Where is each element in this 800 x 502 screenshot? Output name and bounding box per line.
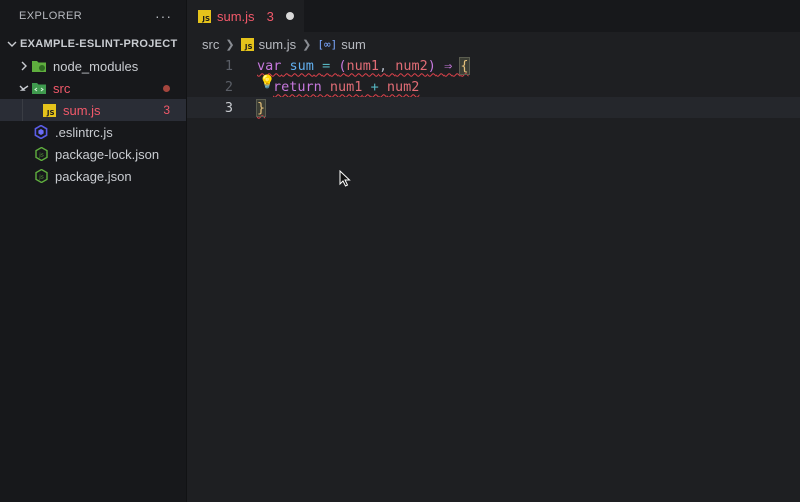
- tree-item-label: node_modules: [53, 58, 139, 74]
- symbol-variable-icon: [∞]: [317, 37, 338, 51]
- tab-problem-count: 3: [266, 8, 274, 24]
- svg-text:js: js: [38, 175, 44, 181]
- chevron-down-icon: [7, 41, 17, 47]
- tree-item-label: package.json: [55, 168, 132, 184]
- breadcrumb: src ❯ JS sum.js ❯ [∞] sum: [202, 34, 366, 54]
- tab-label: sum.js: [217, 8, 255, 24]
- tree-item-eslintrc[interactable]: .eslintrc.js: [0, 121, 186, 143]
- tree-item-label: .eslintrc.js: [55, 124, 113, 140]
- tree-item-label: package-lock.json: [55, 146, 160, 162]
- explorer-sidebar: EXPLORER ··· EXAMPLE-ESLINT-PROJECT node…: [0, 0, 187, 502]
- line-number: 3: [224, 99, 233, 116]
- src-folder-icon: [32, 81, 46, 95]
- tab-sum-js[interactable]: JS sum.js 3: [187, 0, 304, 32]
- explorer-title: EXPLORER: [19, 10, 83, 22]
- tree-item-package-lock[interactable]: js package-lock.json: [0, 143, 186, 165]
- unsaved-dot-icon[interactable]: [285, 12, 294, 20]
- code-text: var sum = (num1, num2) ⇒ {: [257, 56, 470, 75]
- chevron-right-icon: ❯: [302, 38, 312, 51]
- breadcrumb-symbol[interactable]: sum: [341, 37, 366, 52]
- code-line[interactable]: 2 💡 return num1 + num2: [187, 75, 800, 97]
- js-file-icon: JS: [240, 37, 254, 51]
- chevron-right-icon: [21, 61, 27, 71]
- project-name: EXAMPLE-ESLINT-PROJECT: [20, 38, 178, 50]
- node-folder-icon: [32, 59, 46, 73]
- tree-item-src[interactable]: src: [0, 77, 186, 99]
- nodejs-icon: js: [34, 147, 48, 161]
- explorer-header: EXPLORER ···: [0, 0, 186, 32]
- project-folder[interactable]: EXAMPLE-ESLINT-PROJECT: [0, 33, 186, 55]
- js-file-icon: JS: [198, 9, 211, 23]
- more-actions-icon[interactable]: ···: [155, 8, 172, 24]
- js-file-icon: JS: [42, 103, 56, 117]
- breadcrumb-folder[interactable]: src: [202, 37, 219, 52]
- modified-dot-badge: [163, 84, 170, 92]
- code-text: }: [255, 98, 267, 117]
- mouse-cursor-icon: [339, 170, 351, 187]
- eslint-icon: [34, 125, 48, 139]
- line-number: 1: [224, 57, 233, 74]
- breadcrumb-file[interactable]: sum.js: [259, 37, 297, 52]
- code-editor[interactable]: 1 var sum = (num1, num2) ⇒ { 2 💡 return …: [187, 54, 800, 502]
- tree-item-node-modules[interactable]: node_modules: [0, 55, 186, 77]
- tree-item-sum-js[interactable]: JS sum.js 3: [0, 99, 186, 121]
- indent-guide: [22, 99, 23, 121]
- chevron-down-icon: [19, 85, 29, 91]
- code-text: return num1 + num2: [273, 78, 420, 95]
- code-line[interactable]: 1 var sum = (num1, num2) ⇒ {: [187, 55, 800, 76]
- editor-tab-bar: JS sum.js 3: [187, 0, 800, 32]
- svg-text:js: js: [38, 153, 44, 159]
- problem-count-badge: 3: [163, 103, 170, 117]
- tree-item-package[interactable]: js package.json: [0, 165, 186, 187]
- line-number: 2: [224, 78, 233, 95]
- tree-item-label: sum.js: [63, 102, 101, 118]
- tree-item-label: src: [53, 80, 71, 96]
- chevron-right-icon: ❯: [225, 38, 235, 51]
- code-line-current[interactable]: 3 }: [187, 97, 800, 118]
- nodejs-icon: js: [34, 169, 48, 183]
